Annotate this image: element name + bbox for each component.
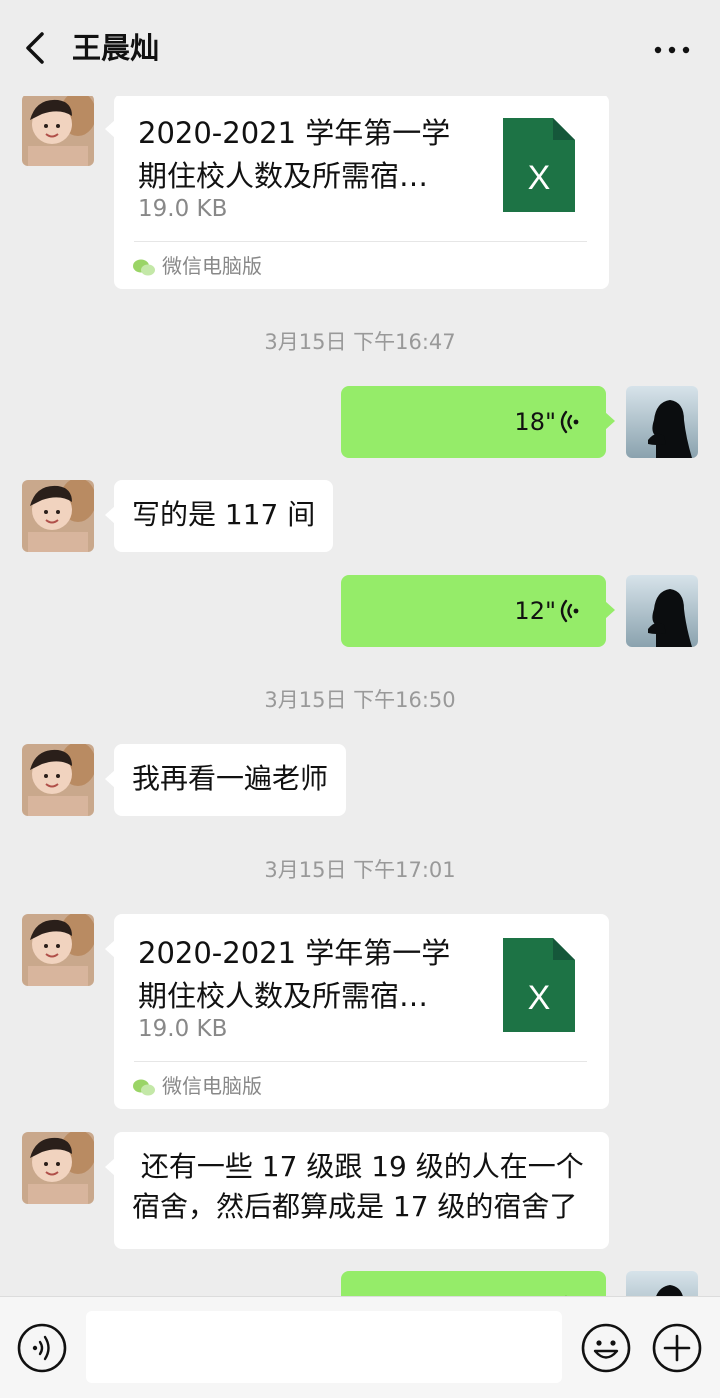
timestamp: 3月15日 下午17:01 [264, 858, 456, 882]
chat-title: 王晨灿 [72, 31, 160, 65]
my-avatar[interactable] [626, 575, 698, 647]
file-name: 2020-2021 学年第一学 期住校人数及所需宿… [138, 116, 451, 193]
svg-text:X: X [528, 979, 551, 1017]
contact-avatar[interactable] [22, 744, 94, 816]
contact-avatar[interactable] [22, 480, 94, 552]
excel-icon: X [503, 938, 575, 1032]
contact-avatar[interactable] [22, 96, 94, 166]
message-list[interactable]: 2020-2021 学年第一学 期住校人数及所需宿… 19.0 KB X 微信电… [0, 96, 720, 1296]
excel-icon: X [503, 118, 575, 212]
file-message-card[interactable]: 2020-2021 学年第一学 期住校人数及所需宿… 19.0 KB X 微信电… [105, 914, 609, 1109]
voice-message[interactable] [341, 1271, 606, 1296]
voice-wave-icon [560, 410, 579, 434]
wechat-icon [133, 259, 155, 275]
text-message[interactable]: 写的是 117 间 [104, 480, 334, 552]
timestamp: 3月15日 下午16:50 [264, 688, 456, 712]
file-source: 微信电脑版 [132, 1070, 262, 1102]
timestamp: 3月15日 下午16:47 [264, 330, 456, 354]
my-avatar[interactable] [626, 386, 698, 458]
svg-text:X: X [528, 159, 551, 197]
voice-duration: 12" [514, 597, 556, 625]
file-size: 19.0 KB [138, 196, 228, 222]
file-name: 2020-2021 学年第一学 期住校人数及所需宿… [138, 936, 451, 1013]
file-divider [134, 1061, 587, 1062]
voice-message[interactable]: 12" [341, 575, 615, 647]
chat-header: 王晨灿 [0, 0, 720, 96]
my-avatar[interactable] [626, 1271, 698, 1296]
more-button[interactable] [650, 26, 694, 70]
chevron-left-icon [26, 32, 44, 64]
voice-wave-icon [560, 599, 579, 623]
input-bar [0, 1296, 720, 1398]
plus-button[interactable] [651, 1322, 703, 1374]
emoji-icon [581, 1323, 631, 1373]
text-message[interactable]: 还有一些 17 级跟 19 级的人在一个 宿舍，然后都算成是 17 级的宿舍了 [105, 1132, 609, 1249]
message-input[interactable] [86, 1311, 562, 1383]
voice-mode-icon [17, 1323, 67, 1373]
wechat-icon [133, 1079, 155, 1095]
back-button[interactable] [14, 26, 58, 70]
more-dots-icon [654, 46, 690, 54]
file-divider [134, 241, 587, 242]
contact-avatar[interactable] [22, 914, 94, 986]
file-source: 微信电脑版 [132, 250, 262, 282]
voice-message[interactable]: 18" [341, 386, 615, 458]
file-message-card[interactable]: 2020-2021 学年第一学 期住校人数及所需宿… 19.0 KB X 微信电… [105, 96, 609, 289]
contact-avatar[interactable] [22, 1132, 94, 1204]
voice-mode-button[interactable] [16, 1322, 68, 1374]
voice-duration: 18" [514, 408, 556, 436]
emoji-button[interactable] [580, 1322, 632, 1374]
text-message[interactable]: 我再看一遍老师 [104, 744, 347, 816]
file-size: 19.0 KB [138, 1016, 228, 1042]
plus-icon [652, 1323, 702, 1373]
